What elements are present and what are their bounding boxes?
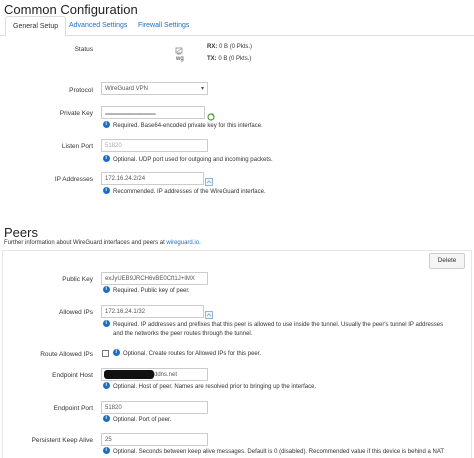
ip-addresses-hint: Recommended. IP addresses of the WireGua… [103,187,266,196]
peers-desc-prefix: Further information about WireGuard inte… [4,240,167,246]
rx-row: RX: 0 B (0 Pkts.) [207,44,252,50]
allowed-ips-hint-text-1: Required. IP addresses and prefixes that… [113,322,444,329]
tx-label: TX: [207,56,217,62]
allowed-ips-label: Allowed IPs [59,309,93,316]
listen-port-label: Listen Port [61,143,93,150]
private-key-label: Private Key [59,110,93,117]
delete-peer-button[interactable]: Delete [429,253,465,269]
private-key-hint: Required. Base64-encoded private key for… [103,121,263,130]
route-allowed-ips-label: Route Allowed IPs [40,351,93,358]
endpoint-port-hint-text: Optional. Port of peer. [113,417,172,424]
ip-addresses-input[interactable]: 172.16.24.2/24 [101,172,204,185]
tab-firewall-settings[interactable]: Firewall Settings [131,16,196,35]
rx-value: 0 B (0 Pkts.) [219,44,253,50]
endpoint-host-label: Endpoint Host [52,372,93,379]
listen-port-input[interactable]: 51820 [101,139,208,152]
rx-label: RX: [207,44,218,50]
tab-advanced-settings[interactable]: Advanced Settings [62,16,134,35]
interface-name: wg [176,56,184,62]
tabs-divider [0,35,474,36]
endpoint-port-hint: Optional. Port of peer. [103,415,172,424]
public-key-hint-text: Required. Public key of peer. [113,288,190,295]
protocol-label: Protocol [69,87,93,94]
wireguard-link[interactable]: wireguard.io [166,240,199,246]
tab-general-setup[interactable]: General Setup [5,16,67,37]
endpoint-host-hint-text: Optional. Host of peer. Names are resolv… [113,384,317,391]
info-icon [103,155,110,162]
info-icon [103,382,110,389]
keep-alive-input[interactable]: 25 [101,433,208,446]
allowed-ips-hint-2: and the networks the peer routes through… [113,331,253,337]
status-label: Status [74,46,93,53]
route-allowed-ips-checkbox[interactable] [102,350,109,357]
peers-description: Further information about WireGuard inte… [4,240,201,246]
public-key-input[interactable]: exJyUEB9JRCH6vBE0Cft1J+IMX [101,272,208,285]
allowed-ips-hint: Required. IP addresses and prefixes that… [103,320,444,329]
info-icon [103,121,110,128]
private-key-input[interactable]: ••••••••••••••••••••••••••••••••••••••••… [101,106,205,119]
endpoint-port-input[interactable]: 51820 [101,401,208,414]
redacted-hostname [104,369,154,379]
info-icon [103,286,110,293]
info-icon [103,415,110,422]
protocol-select[interactable]: WireGuard VPN ▾ [101,82,208,95]
chevron-down-icon: ▾ [200,86,204,92]
keep-alive-hint-text: Optional. Seconds between keep alive mes… [113,449,445,456]
tx-row: TX: 0 B (0 Pkts.) [207,56,251,62]
protocol-value: WireGuard VPN [105,86,149,92]
info-icon [103,447,110,454]
endpoint-port-label: Endpoint Port [53,405,93,412]
page-title: Common Configuration [4,2,138,17]
keep-alive-label: Persistent Keep Alive [31,437,93,444]
endpoint-host-input[interactable]: ddns.net [101,368,208,381]
ip-addresses-label: IP Addresses [54,176,93,183]
listen-port-hint: Optional. UDP port used for outgoing and… [103,155,273,164]
allowed-ips-input[interactable]: 172.16.24.1/32 [101,305,204,318]
public-key-label: Public Key [62,276,93,283]
peers-desc-suffix: . [199,240,201,246]
endpoint-host-hint: Optional. Host of peer. Names are resolv… [103,382,317,391]
info-icon [103,187,110,194]
info-icon [103,320,110,327]
info-icon [113,349,120,356]
private-key-hint-text: Required. Base64-encoded private key for… [113,123,263,130]
peers-title: Peers [4,225,38,240]
endpoint-host-suffix: ddns.net [154,372,178,378]
route-allowed-ips-hint: Optional. Create routes for Allowed IPs … [113,349,262,358]
tx-value: 0 B (0 Pkts.) [218,56,252,62]
public-key-hint: Required. Public key of peer. [103,286,190,295]
ip-addresses-hint-text: Recommended. IP addresses of the WireGua… [113,189,266,196]
keep-alive-hint: Optional. Seconds between keep alive mes… [103,447,445,456]
listen-port-hint-text: Optional. UDP port used for outgoing and… [113,157,273,164]
route-allowed-ips-hint-text: Optional. Create routes for Allowed IPs … [123,351,262,358]
